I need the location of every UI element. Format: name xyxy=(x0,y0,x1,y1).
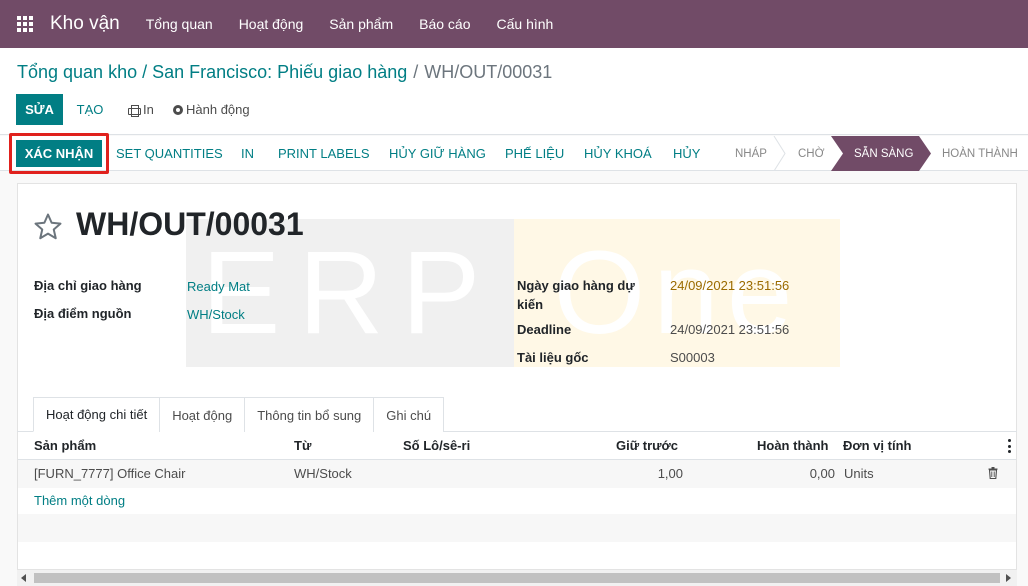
watermark-right: One xyxy=(514,219,840,367)
stage-waiting[interactable]: CHỜ xyxy=(798,136,824,171)
source-document-label: Tài liệu gốc xyxy=(517,350,589,365)
scheduled-date-value: 24/09/2021 23:51:56 xyxy=(670,278,790,293)
gear-icon xyxy=(173,104,183,115)
empty-row xyxy=(18,514,1016,542)
source-document-value: S00003 xyxy=(670,350,715,365)
statusbar: XÁC NHẬN SET QUANTITIES IN PRINT LABELS … xyxy=(0,136,1028,171)
set-quantities-button[interactable]: SET QUANTITIES xyxy=(116,140,223,167)
stage-ready[interactable]: SẴN SÀNG xyxy=(854,136,913,171)
add-line-link[interactable]: Thêm một dòng xyxy=(34,493,125,508)
optional-columns-icon[interactable] xyxy=(1007,439,1011,453)
cell-from: WH/Stock xyxy=(294,466,352,481)
record-name: WH/OUT/00031 xyxy=(76,206,304,242)
tab-note[interactable]: Ghi chú xyxy=(373,397,445,432)
column-done[interactable]: Hoàn thành xyxy=(757,438,829,453)
stage-done[interactable]: HOÀN THÀNH xyxy=(942,136,1018,171)
notebook-tabs: Hoạt động chi tiết Hoạt động Thông tin b… xyxy=(33,397,445,432)
cell-uom: Units xyxy=(844,466,874,481)
table-header: Sản phẩm Từ Số Lô/sê-ri Giữ trước Hoàn t… xyxy=(18,432,1016,460)
horizontal-scrollbar[interactable] xyxy=(17,569,1017,586)
apps-menu-icon[interactable] xyxy=(17,16,33,32)
column-product[interactable]: Sản phẩm xyxy=(34,438,96,453)
printer-icon xyxy=(128,104,141,117)
edit-button[interactable]: SỬA xyxy=(16,94,63,125)
create-button[interactable]: TẠO xyxy=(68,94,112,125)
trash-icon[interactable] xyxy=(988,467,998,479)
menu-operations[interactable]: Hoạt động xyxy=(239,16,304,32)
scroll-right-icon[interactable] xyxy=(1006,574,1011,582)
source-location-value[interactable]: WH/Stock xyxy=(187,307,245,322)
column-uom[interactable]: Đơn vị tính xyxy=(843,438,911,453)
breadcrumb-current: WH/OUT/00031 xyxy=(424,62,553,82)
breadcrumb-separator: / xyxy=(413,62,419,82)
unlock-button[interactable]: HỦY KHOÁ xyxy=(584,140,652,167)
tab-additional-info[interactable]: Thông tin bổ sung xyxy=(244,397,375,432)
cancel-button[interactable]: HỦY xyxy=(673,140,700,167)
breadcrumb: Tổng quan kho / San Francisco: Phiếu gia… xyxy=(17,62,552,83)
cell-done: 0,00 xyxy=(809,466,835,481)
menu-overview[interactable]: Tổng quan xyxy=(146,16,213,32)
scrollbar-thumb[interactable] xyxy=(34,573,1000,583)
column-from[interactable]: Từ xyxy=(294,438,311,453)
top-navbar: Kho vận Tổng quan Hoạt động Sản phẩm Báo… xyxy=(0,0,1028,48)
print-labels-button[interactable]: PRINT LABELS xyxy=(278,140,370,167)
delivery-address-value[interactable]: Ready Mat xyxy=(187,279,250,294)
scroll-left-icon[interactable] xyxy=(21,574,26,582)
column-reserved[interactable]: Giữ trước xyxy=(616,438,678,453)
stage-separator-icon xyxy=(773,136,786,171)
scheduled-date-label-line2: kiến xyxy=(517,297,544,312)
scheduled-date-label-line1: Ngày giao hàng dự xyxy=(517,278,635,293)
action-label: Hành động xyxy=(186,102,250,117)
tab-detailed-operations[interactable]: Hoạt động chi tiết xyxy=(33,397,161,432)
deadline-value: 24/09/2021 23:51:56 xyxy=(670,322,790,337)
print-dropdown[interactable]: In xyxy=(128,94,154,125)
deadline-label: Deadline xyxy=(517,322,572,337)
unreserve-button[interactable]: HỦY GIỮ HÀNG xyxy=(389,140,486,167)
cell-product: [FURN_7777] Office Chair xyxy=(34,466,186,481)
menu-reporting[interactable]: Báo cáo xyxy=(419,16,470,32)
stage-draft[interactable]: NHÁP xyxy=(735,136,767,171)
breadcrumb-parent[interactable]: Tổng quan kho / San Francisco: Phiếu gia… xyxy=(17,62,407,83)
menu-products[interactable]: Sản phẩm xyxy=(329,16,393,32)
source-location-label: Địa điểm nguồn xyxy=(34,306,132,321)
delivery-address-label: Địa chỉ giao hàng xyxy=(34,278,142,293)
scrap-button[interactable]: PHẾ LIỆU xyxy=(505,140,564,167)
table-row[interactable]: [FURN_7777] Office Chair WH/Stock 1,00 0… xyxy=(18,460,1016,488)
confirm-highlight xyxy=(9,133,109,174)
tab-operations[interactable]: Hoạt động xyxy=(159,397,246,432)
print-button[interactable]: IN xyxy=(241,140,254,167)
menu-configuration[interactable]: Cấu hình xyxy=(497,16,554,32)
control-panel: Tổng quan kho / San Francisco: Phiếu gia… xyxy=(0,48,1028,135)
cell-reserved: 1,00 xyxy=(657,466,683,481)
action-dropdown[interactable]: Hành động xyxy=(173,94,250,125)
print-label: In xyxy=(143,102,154,117)
star-icon[interactable] xyxy=(33,212,63,242)
column-lot-serial[interactable]: Số Lô/sê-ri xyxy=(403,438,470,453)
app-name[interactable]: Kho vận xyxy=(50,13,120,35)
